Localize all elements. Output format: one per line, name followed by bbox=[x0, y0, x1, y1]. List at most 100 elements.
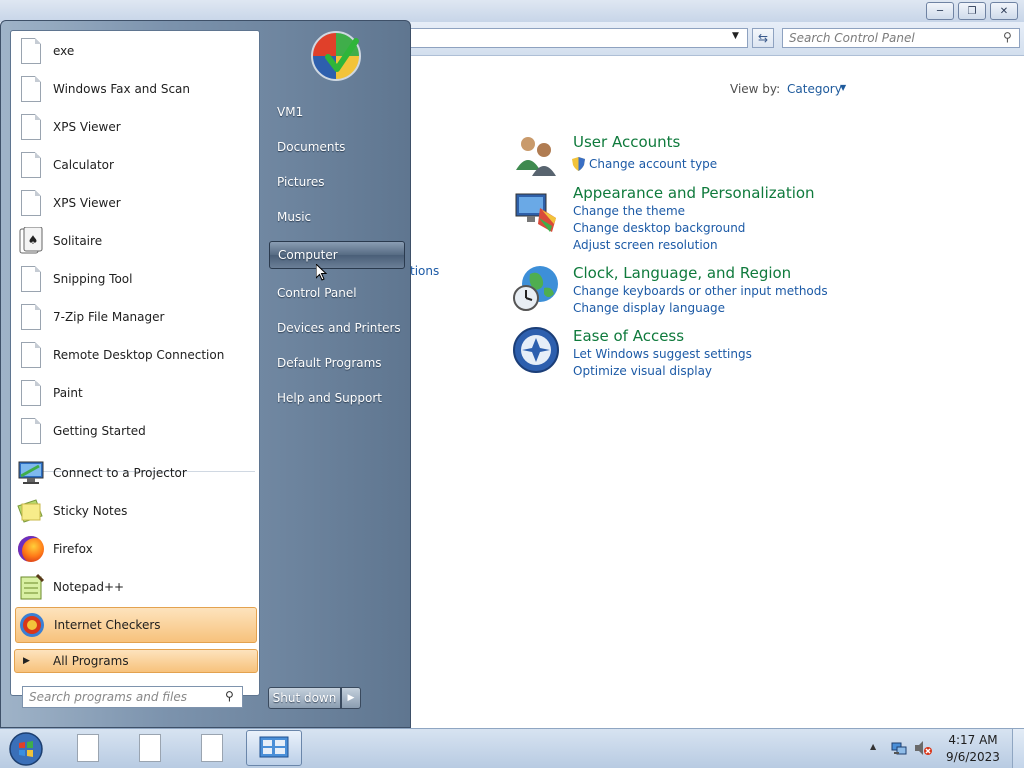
volume-muted-icon[interactable] bbox=[914, 740, 932, 756]
right-item-computer[interactable]: Computer bbox=[269, 241, 405, 269]
taskbar-item-control-panel[interactable] bbox=[246, 730, 302, 766]
program-label: 7-Zip File Manager bbox=[53, 310, 165, 324]
program-item-solitaire[interactable]: ♠ Solitaire bbox=[15, 223, 257, 259]
right-item-control-panel[interactable]: Control Panel bbox=[269, 279, 405, 307]
right-item-label: VM1 bbox=[277, 105, 304, 119]
program-label: Getting Started bbox=[53, 424, 146, 438]
clock-language-region-title[interactable]: Clock, Language, and Region bbox=[573, 264, 791, 282]
user-accounts-icon[interactable] bbox=[512, 130, 560, 178]
program-item-snipping-tool[interactable]: Snipping Tool bbox=[15, 261, 257, 297]
right-item-label: Default Programs bbox=[277, 356, 382, 370]
start-menu-programs-pane: exe Windows Fax and Scan XPS Viewer Calc… bbox=[10, 30, 260, 696]
address-bar[interactable] bbox=[410, 28, 748, 48]
right-item-user[interactable]: VM1 bbox=[269, 98, 405, 126]
program-item-connect-projector[interactable]: Connect to a Projector bbox=[15, 455, 257, 491]
address-dropdown-icon[interactable]: ▼ bbox=[732, 31, 739, 41]
shutdown-button[interactable]: Shut down bbox=[268, 687, 341, 709]
program-label: exe bbox=[53, 44, 75, 58]
right-item-label: Documents bbox=[277, 140, 346, 154]
clock-time[interactable]: 4:17 AM bbox=[940, 733, 1006, 747]
uac-shield-icon bbox=[572, 157, 585, 171]
view-by-dropdown[interactable]: Category bbox=[787, 82, 842, 96]
taskbar-item-document-3[interactable] bbox=[184, 730, 240, 766]
restore-button[interactable]: ❐ bbox=[958, 2, 986, 20]
program-item-notepadpp[interactable]: Notepad++ bbox=[15, 569, 257, 605]
program-label: Windows Fax and Scan bbox=[53, 82, 191, 96]
right-item-help-support[interactable]: Help and Support bbox=[269, 384, 405, 412]
program-item-xps-viewer-2[interactable]: XPS Viewer bbox=[15, 185, 257, 221]
minimize-button[interactable]: ─ bbox=[926, 2, 954, 20]
start-button-icon[interactable] bbox=[6, 731, 46, 767]
start-search-input[interactable]: Search programs and files bbox=[22, 686, 243, 708]
clock-language-region-icon[interactable] bbox=[512, 264, 560, 312]
program-label: Sticky Notes bbox=[53, 504, 128, 518]
blank-document-icon bbox=[15, 111, 47, 143]
change-desktop-background-link[interactable]: Change desktop background bbox=[573, 221, 745, 235]
right-item-label: Computer bbox=[278, 248, 338, 262]
projector-icon bbox=[15, 457, 47, 489]
program-item-internet-checkers[interactable]: Internet Checkers bbox=[15, 607, 257, 643]
clock-date[interactable]: 9/6/2023 bbox=[940, 750, 1006, 764]
right-item-documents[interactable]: Documents bbox=[269, 133, 405, 161]
window-titlebar bbox=[0, 0, 1024, 22]
show-desktop-button[interactable] bbox=[1012, 729, 1024, 768]
adjust-screen-resolution-link[interactable]: Adjust screen resolution bbox=[573, 238, 718, 252]
ease-of-access-icon[interactable] bbox=[512, 326, 560, 374]
network-icon[interactable] bbox=[891, 740, 907, 756]
program-item-paint[interactable]: Paint bbox=[15, 375, 257, 411]
user-accounts-title[interactable]: User Accounts bbox=[573, 133, 680, 151]
shutdown-options-arrow-icon[interactable]: ▶ bbox=[341, 687, 361, 709]
program-item-windows-fax-and-scan[interactable]: Windows Fax and Scan bbox=[15, 71, 257, 107]
checkers-icon bbox=[16, 609, 48, 641]
right-item-music[interactable]: Music bbox=[269, 203, 405, 231]
program-item-7zip[interactable]: 7-Zip File Manager bbox=[15, 299, 257, 335]
blank-document-icon bbox=[15, 415, 47, 447]
refresh-button[interactable]: ⇆ bbox=[752, 28, 774, 48]
right-item-devices-printers[interactable]: Devices and Printers bbox=[269, 314, 405, 342]
program-item-getting-started[interactable]: Getting Started bbox=[15, 413, 257, 449]
change-keyboards-link[interactable]: Change keyboards or other input methods bbox=[573, 284, 828, 298]
taskbar-item-document-1[interactable] bbox=[60, 730, 116, 766]
change-display-language-link[interactable]: Change display language bbox=[573, 301, 725, 315]
optimize-visual-display-link[interactable]: Optimize visual display bbox=[573, 364, 712, 378]
sticky-notes-icon bbox=[15, 495, 47, 527]
right-item-pictures[interactable]: Pictures bbox=[269, 168, 405, 196]
blank-document-icon bbox=[201, 734, 223, 762]
let-windows-suggest-settings-link[interactable]: Let Windows suggest settings bbox=[573, 347, 752, 361]
program-label: Solitaire bbox=[53, 234, 103, 248]
program-item-sticky-notes[interactable]: Sticky Notes bbox=[15, 493, 257, 529]
ease-of-access-title[interactable]: Ease of Access bbox=[573, 327, 684, 345]
search-icon[interactable]: ⚲ bbox=[225, 689, 234, 703]
program-label: Remote Desktop Connection bbox=[53, 348, 225, 362]
close-button[interactable]: ✕ bbox=[990, 2, 1018, 20]
blank-document-icon bbox=[15, 301, 47, 333]
view-by-caret-icon[interactable]: ▼ bbox=[840, 83, 846, 92]
change-theme-link[interactable]: Change the theme bbox=[573, 204, 685, 218]
all-programs-button[interactable]: ▶ All Programs bbox=[14, 649, 258, 673]
program-item-xps-viewer[interactable]: XPS Viewer bbox=[15, 109, 257, 145]
appearance-personalization-icon[interactable] bbox=[512, 188, 560, 236]
arrow-right-icon: ▶ bbox=[23, 656, 30, 666]
program-item-calculator[interactable]: Calculator bbox=[15, 147, 257, 183]
program-item-firefox[interactable]: Firefox bbox=[15, 531, 257, 567]
all-programs-label: All Programs bbox=[53, 654, 129, 668]
control-panel-search-input[interactable]: Search Control Panel bbox=[782, 28, 1020, 48]
program-item-remote-desktop[interactable]: Remote Desktop Connection bbox=[15, 337, 257, 373]
partially-hidden-link[interactable]: tions bbox=[410, 264, 439, 278]
program-label: Internet Checkers bbox=[54, 618, 161, 632]
user-picture-icon[interactable] bbox=[310, 29, 364, 83]
program-item-exe[interactable]: exe bbox=[15, 33, 257, 69]
program-label: XPS Viewer bbox=[53, 120, 121, 134]
program-label: Notepad++ bbox=[53, 580, 125, 594]
taskbar-item-document-2[interactable] bbox=[122, 730, 178, 766]
show-hidden-icons-icon[interactable]: ▲ bbox=[870, 742, 876, 751]
solitaire-icon: ♠ bbox=[15, 225, 47, 257]
program-label: Snipping Tool bbox=[53, 272, 133, 286]
blank-document-icon bbox=[77, 734, 99, 762]
search-icon[interactable]: ⚲ bbox=[1003, 30, 1012, 44]
change-account-type-link[interactable]: Change account type bbox=[589, 157, 717, 171]
control-panel-icon bbox=[259, 736, 289, 758]
right-item-default-programs[interactable]: Default Programs bbox=[269, 349, 405, 377]
blank-document-icon bbox=[15, 263, 47, 295]
appearance-personalization-title[interactable]: Appearance and Personalization bbox=[573, 184, 815, 202]
